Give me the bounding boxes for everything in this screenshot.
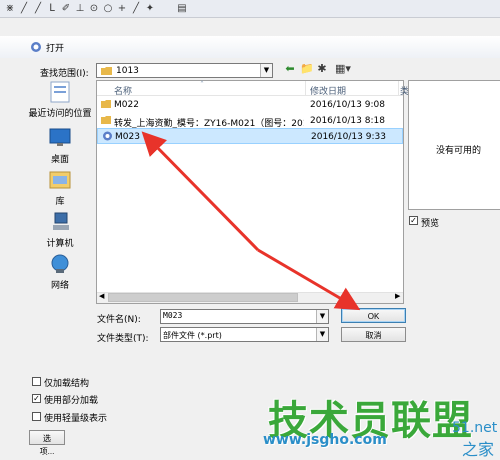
scroll-left-icon[interactable]: ◀ (99, 292, 104, 300)
watermark-right-top: 51.net (452, 420, 498, 436)
column-header-name[interactable]: 名称 (114, 84, 132, 97)
options-button[interactable]: 选项... (29, 430, 65, 456)
chevron-down-icon[interactable]: ▼ (316, 328, 328, 341)
scroll-right-icon[interactable]: ▶ (395, 292, 400, 300)
place-label: 计算机 (46, 239, 74, 249)
file-date: 2016/10/13 9:08 (310, 100, 385, 110)
app-logo-icon (31, 42, 41, 52)
computer-icon (53, 212, 69, 230)
filename-label: 文件名(N): (97, 315, 141, 325)
partial-load-checkbox[interactable]: ✓ (32, 394, 41, 403)
preview-label: 预览 (421, 219, 440, 229)
folder-icon (101, 67, 112, 75)
place-network[interactable]: 网络 (28, 252, 92, 291)
option-label: 使用部分加载 (44, 396, 99, 406)
title-bar (0, 36, 500, 58)
filetype-value: 部件文件 (*.prt) (163, 331, 222, 340)
desktop-icon (49, 128, 71, 146)
file-row[interactable]: 转发_上海资勤_模号：ZY16-M021（图号：2016... 2016/10/… (97, 113, 403, 129)
file-name: M022 (114, 100, 139, 110)
place-desktop[interactable]: 桌面 (28, 126, 92, 165)
filename-value: M023 (163, 311, 183, 320)
chevron-down-icon[interactable]: ▼ (316, 310, 328, 323)
circle-center-icon[interactable]: ⊙ (88, 3, 100, 15)
top-toolbar: ⋇ ╱ ╱ ᒪ ✐ ⊥ ⊙ ○ + ╱ ✦ ▤ (0, 0, 500, 18)
load-structure-checkbox[interactable] (32, 377, 41, 386)
line-icon[interactable]: ╱ (18, 3, 30, 15)
list-icon[interactable]: ▤ (176, 3, 188, 15)
window-title: 打开 (46, 44, 65, 54)
option-label: 仅加载结构 (44, 379, 90, 389)
circle-icon[interactable]: ○ (102, 3, 114, 15)
column-divider (398, 81, 399, 96)
place-computer[interactable]: 计算机 (28, 210, 92, 249)
filetype-label: 文件类型(T): (97, 334, 149, 344)
plus-icon[interactable]: + (116, 3, 128, 15)
line-tool-icon[interactable]: ╱ (32, 3, 44, 15)
view-menu-icon[interactable]: ▦▾ (332, 62, 354, 76)
preview-checkbox[interactable]: ✓ (409, 216, 418, 225)
back-arrow-icon[interactable]: ⬅ (284, 62, 296, 76)
chevron-down-icon[interactable]: ▼ (260, 64, 272, 77)
file-row-selected[interactable]: M023 2016/10/13 9:33 (97, 128, 403, 144)
scrollbar-thumb[interactable] (108, 293, 298, 302)
folder-icon (101, 100, 111, 108)
option-label: 使用轻量级表示 (44, 414, 108, 424)
place-recent[interactable]: 最近访问的位置 (28, 80, 92, 119)
up-folder-icon[interactable]: 📁 (300, 62, 314, 76)
file-date: 2016/10/13 8:18 (310, 116, 385, 126)
file-row[interactable]: M022 2016/10/13 9:08 (97, 97, 403, 113)
file-date: 2016/10/13 9:33 (311, 132, 386, 142)
recent-places-icon (50, 81, 70, 103)
lookin-label: 查找范围(I): (40, 69, 89, 79)
watermark-url: www.jsgho.com (263, 432, 387, 448)
place-label: 最近访问的位置 (28, 109, 92, 119)
file-name: M023 (115, 132, 140, 142)
column-divider (305, 81, 306, 96)
intersect-icon[interactable]: ⊥ (74, 3, 86, 15)
snap-grid-icon[interactable]: ⋇ (4, 3, 16, 15)
list-header (97, 81, 403, 96)
prt-file-icon (103, 131, 112, 141)
pen-icon[interactable]: ✐ (60, 3, 72, 15)
cancel-button[interactable]: 取消 (341, 327, 406, 342)
lightweight-checkbox[interactable] (32, 412, 41, 421)
diagonal-icon[interactable]: ╱ (130, 3, 142, 15)
filename-input[interactable]: ▼ (160, 309, 329, 324)
column-header-date[interactable]: 修改日期 (310, 84, 346, 97)
ok-button[interactable]: OK (341, 308, 406, 323)
place-label: 库 (55, 197, 65, 207)
place-label: 网络 (50, 281, 69, 291)
network-icon (51, 254, 69, 273)
sort-indicator-icon: ˄ (200, 80, 204, 89)
corner-icon[interactable]: ᒪ (46, 3, 58, 15)
new-folder-icon[interactable]: ✱ (316, 62, 328, 76)
preview-empty-text: 没有可用的 (436, 146, 482, 156)
lookin-value: 1013 (116, 66, 139, 76)
place-label: 桌面 (50, 155, 69, 165)
settings-icon[interactable]: ✦ (144, 3, 156, 15)
folder-icon (101, 116, 111, 124)
watermark-right-bottom: 之家 (462, 440, 495, 459)
library-icon (49, 171, 71, 189)
place-library[interactable]: 库 (28, 168, 92, 207)
